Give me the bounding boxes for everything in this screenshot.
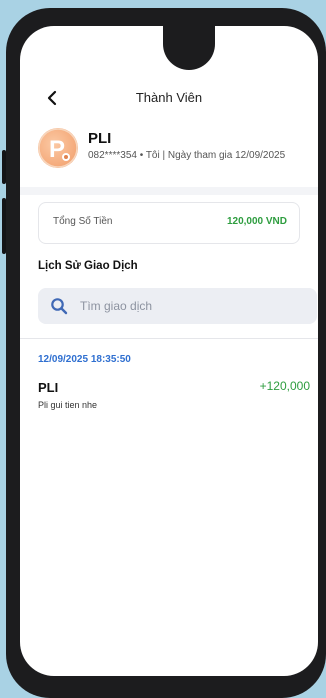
page-title: Thành Viên xyxy=(135,90,203,105)
search-input[interactable] xyxy=(78,298,302,314)
list-separator xyxy=(20,338,318,339)
app-screen: Thành Viên P PLI 082****354 • Tôi | Ngày… xyxy=(20,26,318,676)
transaction-note: Pli gui tien nhe xyxy=(38,400,98,410)
total-value: 120,000 VND xyxy=(226,216,287,227)
transaction-name: PLI xyxy=(38,380,59,395)
history-title: Lịch Sử Giao Dịch xyxy=(38,260,138,272)
member-meta: 082****354 • Tôi | Ngày tham gia 12/09/2… xyxy=(88,150,286,161)
avatar-logo-icon: P xyxy=(38,128,78,168)
phone-frame: Thành Viên P PLI 082****354 • Tôi | Ngày… xyxy=(2,8,326,698)
total-label: Tổng Số Tiền xyxy=(53,216,113,227)
app-header: Thành Viên xyxy=(20,86,318,110)
section-divider xyxy=(20,187,318,195)
search-icon xyxy=(51,298,68,315)
total-amount-card: Tổng Số Tiền 120,000 VND xyxy=(38,202,300,244)
member-name: PLI xyxy=(88,130,112,147)
side-button-lower xyxy=(2,198,6,254)
avatar: P xyxy=(38,128,78,168)
member-profile: P PLI 082****354 • Tôi | Ngày tham gia 1… xyxy=(38,128,308,172)
search-bar[interactable] xyxy=(38,288,317,324)
transaction-date: 12/09/2025 18:35:50 xyxy=(38,354,131,365)
transaction-row[interactable]: PLI +120,000 Pli gui tien nhe xyxy=(20,376,318,416)
side-button-upper xyxy=(2,150,6,184)
transaction-amount: +120,000 xyxy=(259,379,310,393)
camera-notch xyxy=(163,26,215,70)
